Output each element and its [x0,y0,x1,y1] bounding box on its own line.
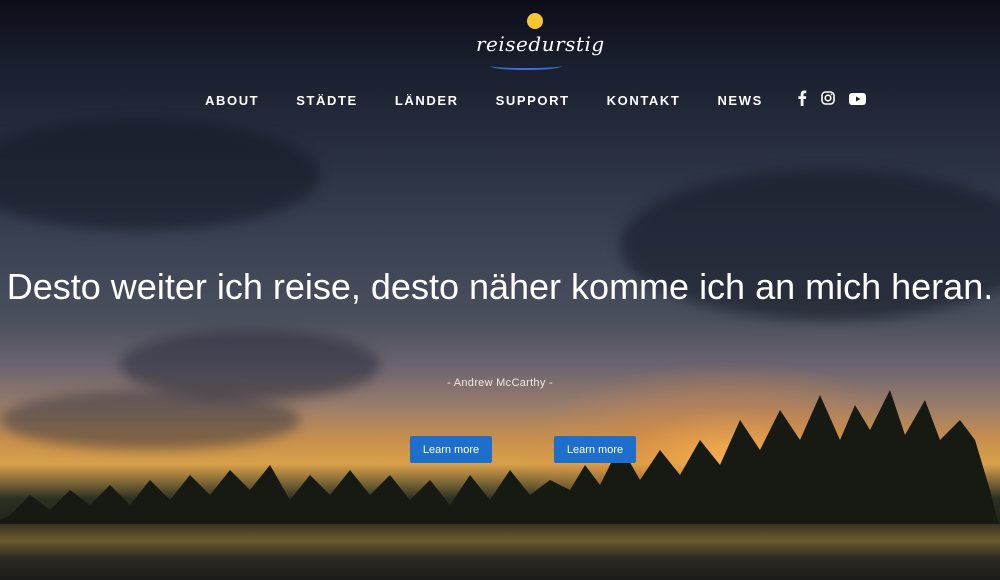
nav-item-staedte[interactable]: STÄDTE [296,93,358,108]
nav-item-support[interactable]: SUPPORT [496,93,570,108]
nav-item-kontakt[interactable]: KONTAKT [607,93,681,108]
logo-text: reisedurstig [476,32,605,56]
logo-swoosh [490,62,562,70]
main-nav: ABOUT STÄDTE LÄNDER SUPPORT KONTAKT NEWS [205,90,866,111]
facebook-icon[interactable] [797,90,807,111]
lake [0,524,1000,580]
quote-author: - Andrew McCarthy - [447,377,553,389]
nav-item-news[interactable]: NEWS [717,93,762,108]
nav-item-laender[interactable]: LÄNDER [395,93,459,108]
logo-sun-icon [527,13,543,29]
logo[interactable]: reisedurstig [470,10,604,72]
instagram-icon[interactable] [821,91,835,110]
nav-item-about[interactable]: ABOUT [205,93,259,108]
hero-section: reisedurstig ABOUT STÄDTE LÄNDER SUPPORT… [0,0,1000,580]
youtube-icon[interactable] [848,92,866,110]
social-links [797,90,866,111]
learn-more-button-2[interactable]: Learn more [554,436,636,463]
cloud [0,120,320,230]
learn-more-button[interactable]: Learn more [410,436,492,463]
hero-quote: Desto weiter ich reise, desto näher komm… [6,266,994,307]
